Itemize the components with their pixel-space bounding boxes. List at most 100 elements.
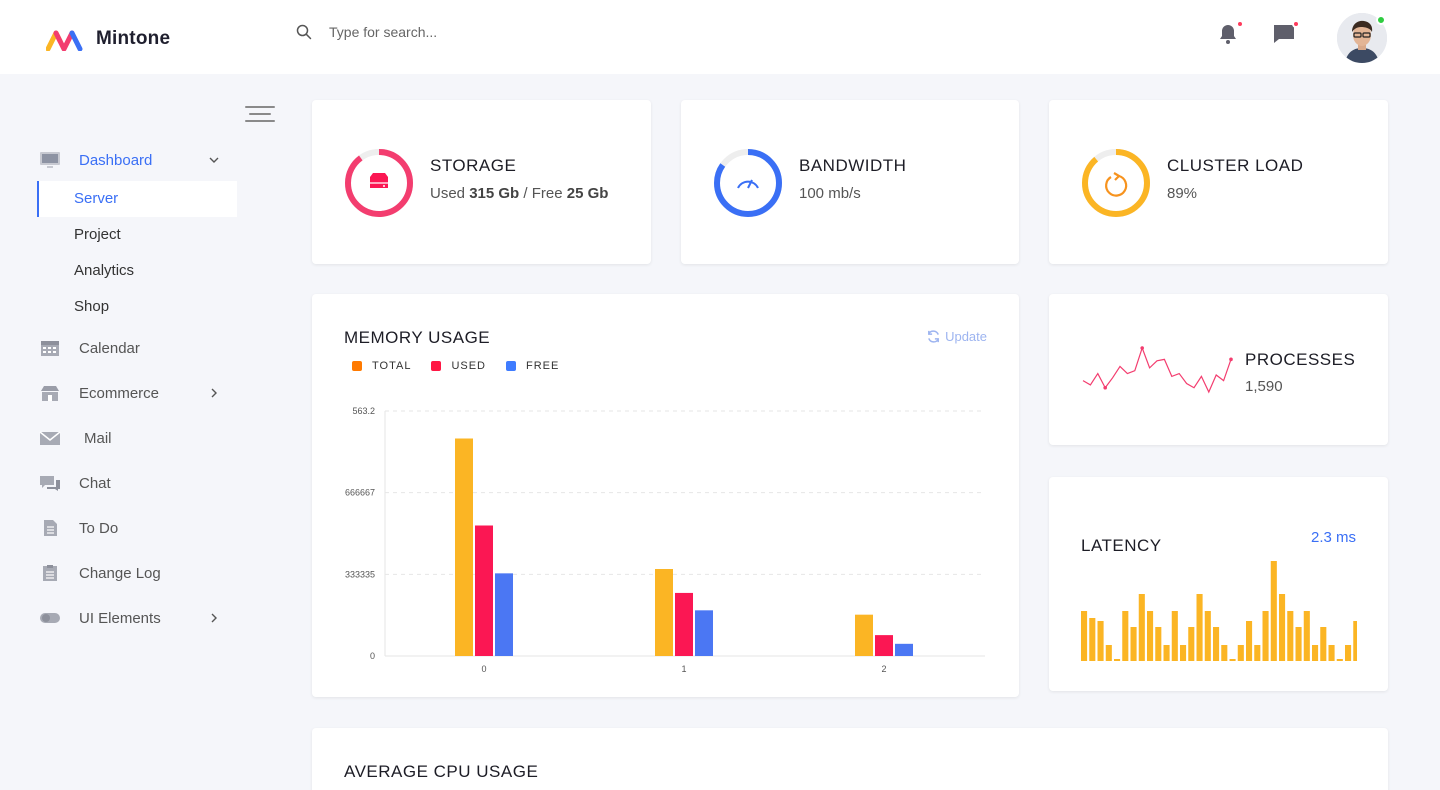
top-bar: Mintone	[0, 0, 1440, 74]
processes-card: PROCESSES 1,590	[1049, 294, 1388, 445]
cpu-usage-card: AVERAGE CPU USAGE	[312, 728, 1388, 790]
speedometer-icon	[737, 179, 759, 189]
sidebar-item-ui-elements[interactable]: UI Elements	[37, 608, 237, 628]
calendar-icon	[41, 341, 59, 356]
sidebar-item-mail[interactable]: Mail	[37, 428, 237, 448]
latency-bar	[1130, 627, 1137, 661]
cluster-load-value: 89%	[1167, 185, 1198, 202]
processes-point	[1229, 357, 1233, 362]
y-tick-label: 0	[370, 651, 375, 661]
bandwidth-progress-ring	[714, 149, 782, 217]
subitem-label: Analytics	[74, 262, 135, 279]
x-tick-label: 1	[681, 664, 686, 674]
hard-drive-icon	[370, 173, 388, 188]
sidebar-item-label: Ecommerce	[79, 384, 160, 402]
latency-bar	[1353, 621, 1357, 661]
brand-logo[interactable]: Mintone	[46, 27, 170, 51]
processes-sparkline	[1082, 346, 1233, 394]
sidebar-item-chat[interactable]: Chat	[37, 473, 237, 493]
sidebar-subitem-project[interactable]: Project	[37, 217, 237, 253]
bandwidth-value: 100 mb/s	[799, 185, 861, 202]
latency-bar	[1254, 645, 1261, 661]
latency-bar	[1155, 627, 1162, 661]
latency-bar	[1147, 611, 1154, 661]
latency-bar	[1122, 611, 1129, 661]
cluster-load-card: CLUSTER LOAD 89%	[1049, 100, 1388, 264]
y-tick-label: 333335	[345, 569, 375, 579]
cluster-load-title: CLUSTER LOAD	[1167, 156, 1304, 175]
y-tick-label: 563.2	[352, 406, 375, 416]
latency-bar	[1320, 627, 1327, 661]
sidebar-subitem-analytics[interactable]: Analytics	[37, 253, 237, 289]
sidebar-subitem-server[interactable]: Server	[37, 181, 237, 217]
sidebar-toggle-button[interactable]	[245, 106, 275, 126]
chat-icon	[40, 476, 60, 491]
latency-bar	[1303, 611, 1310, 661]
processes-title: PROCESSES	[1245, 350, 1356, 369]
latency-bar	[1221, 645, 1228, 661]
processes-point	[1103, 385, 1107, 390]
latency-bar	[1345, 645, 1352, 661]
latency-bar	[1279, 594, 1286, 661]
subitem-label: Server	[74, 190, 119, 207]
memory-usage-card: MEMORY USAGE Update TOTAL USED FREE 0 333…	[312, 294, 1019, 697]
sidebar-item-change-log[interactable]: Change Log	[37, 563, 237, 583]
storage-free-prefix: / Free	[519, 185, 567, 202]
document-icon	[44, 520, 57, 536]
subitem-label: Shop	[74, 298, 110, 315]
sidebar-item-todo[interactable]: To Do	[37, 518, 237, 538]
sidebar-item-ecommerce[interactable]: Ecommerce	[37, 383, 237, 403]
sidebar-item-label: To Do	[79, 519, 119, 537]
latency-title: LATENCY	[1081, 536, 1162, 555]
latency-bar	[1204, 611, 1211, 661]
bandwidth-title: BANDWIDTH	[799, 156, 907, 175]
latency-bar	[1163, 645, 1170, 661]
chevron-right-icon	[211, 613, 217, 623]
sidebar-item-label: Mail	[84, 429, 112, 447]
x-tick-label: 0	[481, 664, 486, 674]
latency-bar	[1180, 645, 1187, 661]
latency-bar	[1196, 594, 1203, 661]
storage-usage-text: Used 315 Gb / Free 25 Gb	[430, 184, 630, 204]
search-input[interactable]	[329, 24, 589, 40]
memory-bar	[695, 610, 713, 656]
latency-bar	[1262, 611, 1269, 661]
storage-used-value: 315 Gb	[469, 185, 520, 202]
latency-bar	[1229, 659, 1236, 661]
latency-bar	[1089, 618, 1096, 661]
sidebar-subitem-shop[interactable]: Shop	[37, 289, 237, 325]
latency-bar	[1138, 594, 1145, 661]
notifications-button[interactable]	[1216, 20, 1244, 48]
latency-bar	[1097, 621, 1104, 661]
latency-bar	[1270, 561, 1277, 661]
chevron-right-icon	[211, 388, 217, 398]
messages-button[interactable]	[1272, 20, 1300, 48]
sidebar-item-label: Dashboard	[79, 151, 153, 169]
sidebar-item-label: Change Log	[79, 564, 161, 582]
logo-mark-icon	[46, 30, 83, 51]
cluster-progress-ring	[1082, 149, 1150, 217]
latency-bar-chart	[1081, 561, 1357, 661]
storage-progress-ring	[345, 149, 413, 217]
latency-value: 2.3 ms	[1310, 529, 1356, 546]
clipboard-icon	[43, 565, 57, 581]
search-icon[interactable]	[296, 24, 312, 40]
memory-bar	[475, 525, 493, 656]
processes-line	[1082, 346, 1232, 394]
latency-bar	[1312, 645, 1319, 661]
chevron-down-icon	[209, 157, 219, 163]
memory-bar	[875, 635, 893, 656]
sidebar-item-label: Chat	[79, 474, 111, 492]
sidebar-item-calendar[interactable]: Calendar	[37, 338, 237, 358]
latency-bar	[1287, 611, 1294, 661]
sidebar-item-dashboard[interactable]: Dashboard	[37, 150, 237, 170]
x-tick-label: 2	[881, 664, 886, 674]
memory-bar	[455, 438, 473, 656]
storage-title: STORAGE	[430, 156, 517, 175]
message-badge	[1292, 20, 1300, 28]
latency-bar	[1171, 611, 1178, 661]
latency-card: LATENCY 2.3 ms	[1049, 477, 1388, 691]
subitem-label: Project	[74, 226, 121, 243]
latency-bar	[1246, 621, 1253, 661]
sidebar-item-label: UI Elements	[79, 609, 161, 627]
